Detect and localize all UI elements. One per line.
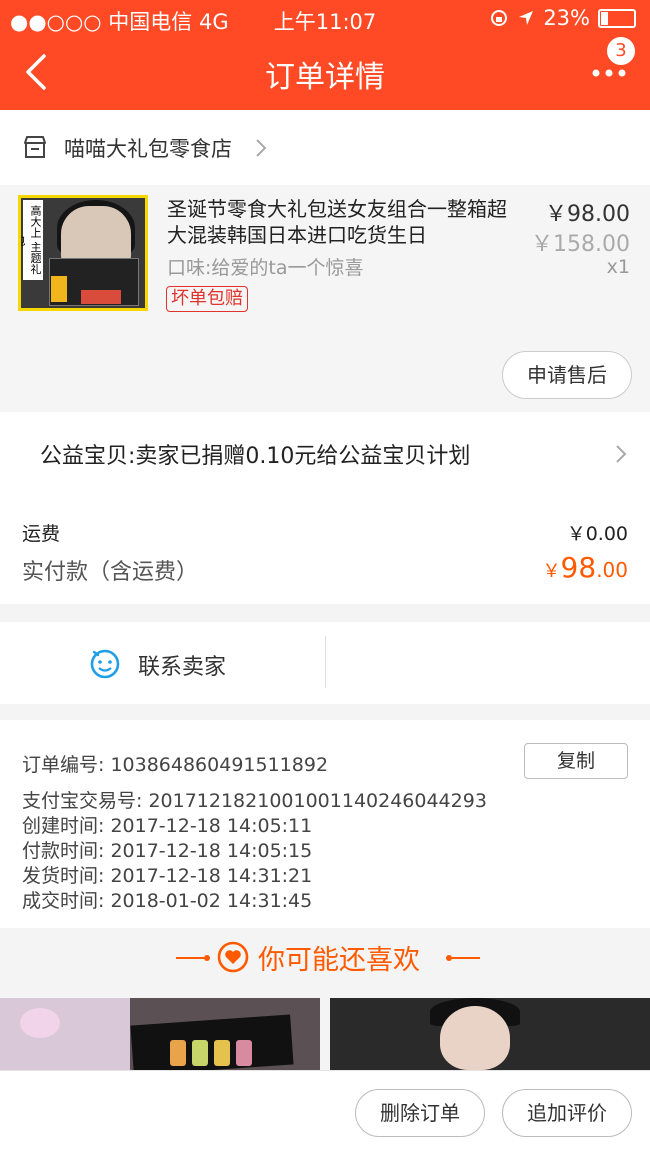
charity-text: 公益宝贝:卖家已捐赠0.10元给公益宝贝计划 xyxy=(40,444,471,469)
location-icon xyxy=(519,11,534,25)
rotation-lock-icon xyxy=(491,10,508,26)
original-price: ￥158.00 xyxy=(531,232,630,257)
shipping-label: 运费 xyxy=(22,523,61,545)
add-review-button[interactable]: 追加评价 xyxy=(502,1089,632,1137)
thumbnail-tag: 高大上 主题礼包 xyxy=(21,200,43,280)
shipping-value: ￥0.00 xyxy=(566,523,628,545)
total-decimal: .00 xyxy=(596,558,628,582)
page-title: 订单详情 xyxy=(265,60,385,95)
recommend-title: 你可能还喜欢 xyxy=(258,945,420,976)
right-ornament-icon xyxy=(446,955,480,961)
contact-bar: 联系卖家 xyxy=(0,622,650,704)
payment-summary: 运费 ￥0.00 实付款（含运费） ￥98.00 xyxy=(0,497,650,604)
recommend-header: 你可能还喜欢 xyxy=(0,928,650,998)
shop-name: 喵喵大礼包零食店 xyxy=(64,137,232,161)
product-variant: 口味:给爱的ta一个惊喜 xyxy=(167,257,364,279)
total-amount: ￥98.00 xyxy=(543,551,628,584)
order-item[interactable]: 高大上 主题礼包 圣诞节零食大礼包送女友组合一整箱超大混装韩国日本进口吃货生日 … xyxy=(0,185,650,412)
product-thumbnail[interactable]: 高大上 主题礼包 xyxy=(18,195,148,311)
charity-row[interactable]: 公益宝贝:卖家已捐赠0.10元给公益宝贝计划 xyxy=(0,412,650,497)
store-icon xyxy=(24,136,46,158)
top-bar: ●●○○○ 中国电信 4G 上午11:07 23% 订单详情 3 xyxy=(0,0,650,110)
alipay-number: 支付宝交易号: 2017121821001001140246044293 xyxy=(22,790,487,812)
status-right: 23% xyxy=(489,6,636,30)
status-bar: ●●○○○ 中国电信 4G 上午11:07 23% xyxy=(0,0,650,36)
product-price: ￥98.00 xyxy=(545,202,630,227)
recommend-product-image[interactable] xyxy=(0,998,320,1070)
delete-order-button[interactable]: 删除订单 xyxy=(355,1089,485,1137)
heart-icon xyxy=(217,941,249,973)
chevron-right-icon xyxy=(616,445,627,463)
shipped-time: 发货时间: 2017-12-18 14:31:21 xyxy=(22,865,313,887)
after-sale-button[interactable]: 申请售后 xyxy=(502,351,632,399)
guarantee-badge: 坏单包赔 xyxy=(166,286,248,312)
copy-button[interactable]: 复制 xyxy=(524,743,628,779)
recommend-grid xyxy=(0,998,650,1070)
message-count-badge: 3 xyxy=(606,36,636,66)
contact-seller-button[interactable]: 联系卖家 xyxy=(138,649,226,681)
product-title[interactable]: 圣诞节零食大礼包送女友组合一整箱超大混装韩国日本进口吃货生日 xyxy=(167,196,517,248)
chat-face-icon xyxy=(90,649,120,679)
completed-time: 成交时间: 2018-01-02 14:31:45 xyxy=(22,890,313,912)
left-ornament-icon xyxy=(176,955,210,961)
shop-row[interactable]: 喵喵大礼包零食店 xyxy=(0,110,650,185)
order-info: 订单编号: 103864860491511892 复制 支付宝交易号: 2017… xyxy=(0,720,650,928)
total-currency: ￥ xyxy=(542,561,561,582)
total-label: 实付款（含运费） xyxy=(22,560,199,585)
chevron-right-icon xyxy=(256,139,267,157)
product-quantity: x1 xyxy=(606,256,630,278)
total-integer: 98 xyxy=(560,551,597,584)
bottom-action-bar: 删除订单 追加评价 xyxy=(0,1070,650,1157)
recommend-product-image[interactable] xyxy=(330,998,650,1070)
battery-icon xyxy=(598,8,636,28)
battery-percent: 23% xyxy=(543,6,590,30)
paid-time: 付款时间: 2017-12-18 14:05:15 xyxy=(22,840,313,862)
divider xyxy=(325,636,326,688)
created-time: 创建时间: 2017-12-18 14:05:11 xyxy=(22,815,313,837)
order-number: 订单编号: 103864860491511892 xyxy=(22,754,329,776)
